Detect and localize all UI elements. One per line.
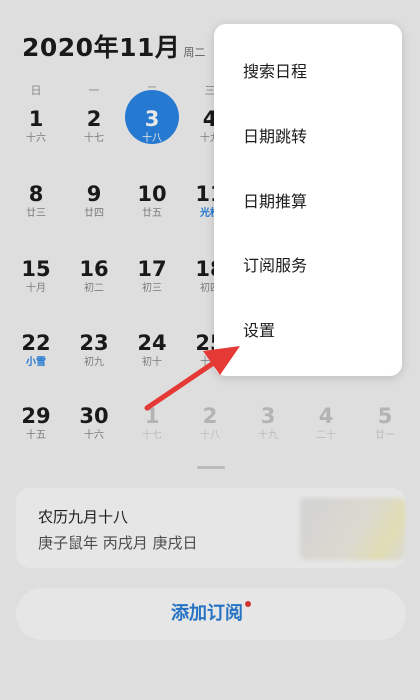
menu-item-search-schedule[interactable]: 搜索日程 [214,40,402,104]
popup-menu: 搜索日程 日期跳转 日期推算 订阅服务 设置 [214,24,402,376]
menu-item-date-jump[interactable]: 日期跳转 [214,105,402,169]
menu-item-subscription-service[interactable]: 订阅服务 [214,234,402,298]
menu-item-settings[interactable]: 设置 [214,299,402,363]
calendar-screen: 2020年11月 周二 日 一 二 三 四 五 六 1十六2十七3十八4十九8廿… [0,0,420,700]
menu-item-date-calculate[interactable]: 日期推算 [214,170,402,234]
